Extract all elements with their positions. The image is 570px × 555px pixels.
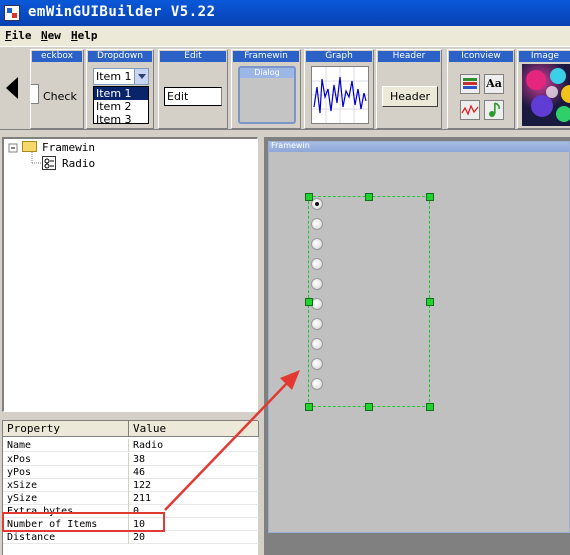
- annotation-arrow-icon: [164, 370, 300, 511]
